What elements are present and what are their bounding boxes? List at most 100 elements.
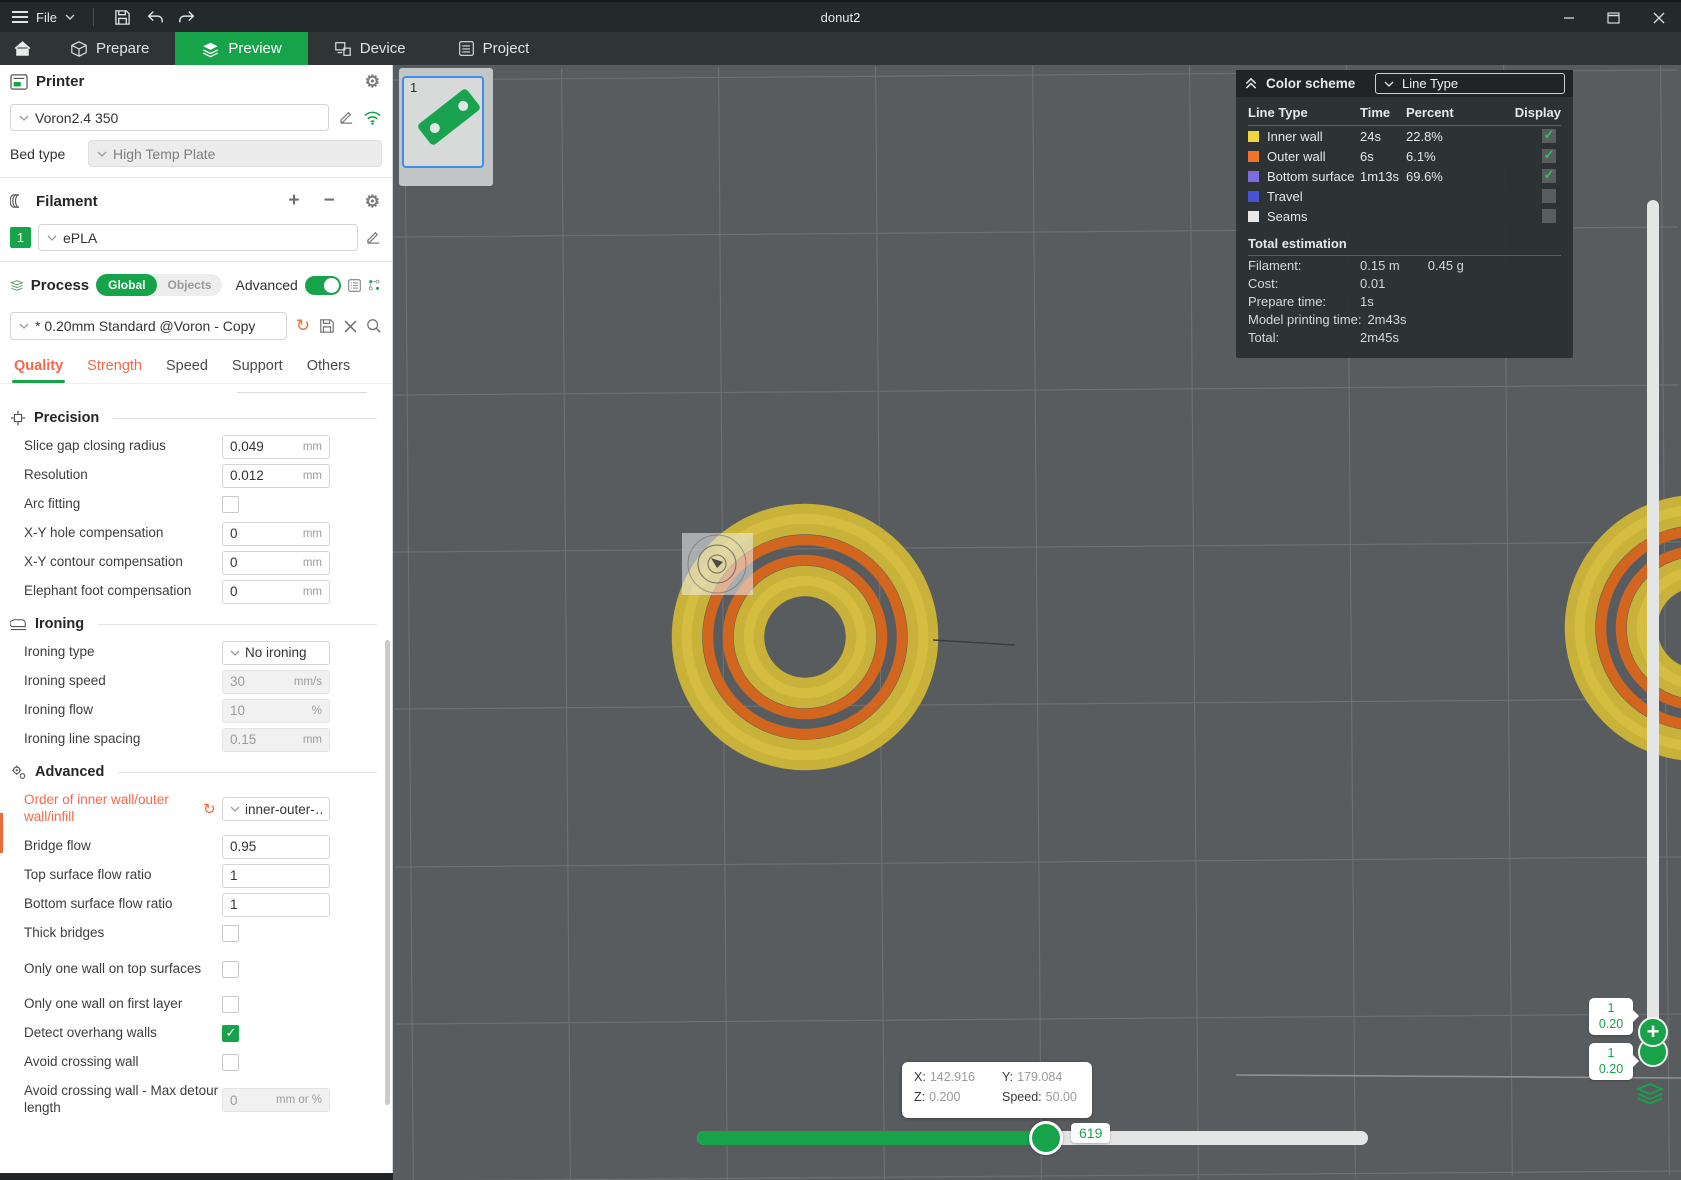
top-flow-ratio-input[interactable]: 1 [222, 863, 330, 888]
setting-row: Ironing flow 10% [0, 696, 385, 725]
inner-wall-swatch [1248, 130, 1259, 142]
arc-fitting-checkbox[interactable] [222, 496, 239, 513]
undo-button[interactable] [144, 6, 166, 28]
collapse-chevrons-icon[interactable] [1244, 77, 1258, 90]
printer-select-value: Voron2.4 350 [35, 109, 119, 126]
setting-row: Ironing type No ironing [0, 638, 385, 667]
delete-preset-icon[interactable] [344, 320, 357, 333]
ironing-type-select[interactable]: No ironing [222, 640, 330, 665]
xy-contour-input[interactable]: 0 mm [222, 550, 330, 575]
avoid-crossing-checkbox[interactable] [222, 1054, 239, 1071]
modified-setting-tick [0, 813, 3, 853]
add-filament-button[interactable]: + [289, 190, 300, 212]
slice-gap-input[interactable]: 0.049 mm [222, 434, 330, 459]
ironing-title: Ironing [35, 616, 85, 632]
settings-scroll-area[interactable]: Precision Slice gap closing radius 0.049… [0, 390, 385, 1165]
setting-unit: mm [302, 440, 322, 453]
resolution-input[interactable]: 0.012 mm [222, 463, 330, 488]
filament-settings-gear-icon[interactable]: ⚙ [365, 193, 380, 210]
tab-project[interactable]: Project [432, 32, 556, 65]
chevron-down-icon [47, 235, 57, 241]
one-wall-first-layer-checkbox[interactable] [222, 996, 239, 1013]
line-type-percent: 22.8% [1406, 128, 1443, 144]
y-label: Y: [1002, 1070, 1014, 1084]
xy-hole-input[interactable]: 0 mm [222, 521, 330, 546]
precision-title: Precision [34, 410, 100, 426]
setting-label: Ironing speed [24, 673, 106, 689]
tab-prepare-label: Prepare [96, 40, 150, 57]
advanced-group-header: Advanced [0, 754, 385, 786]
bed-type-select[interactable]: High Temp Plate [88, 140, 382, 167]
est-value: 1s [1360, 293, 1374, 309]
home-button[interactable] [0, 32, 44, 65]
reset-preset-icon[interactable]: ↻ [296, 316, 310, 336]
printer-settings-gear-icon[interactable]: ⚙ [365, 73, 380, 90]
scope-global[interactable]: Global [96, 274, 158, 296]
minimize-button[interactable] [1546, 2, 1591, 34]
save-button[interactable] [112, 6, 134, 28]
elephant-foot-input[interactable]: 0 mm [222, 579, 330, 604]
printer-select[interactable]: Voron2.4 350 [10, 104, 329, 131]
one-wall-top-checkbox[interactable] [222, 960, 239, 978]
detect-overhang-checkbox[interactable] [222, 1025, 239, 1042]
close-button[interactable] [1636, 2, 1681, 34]
bottom-flow-ratio-input[interactable]: 1 [222, 892, 330, 917]
tab-device[interactable]: Device [308, 32, 432, 65]
setting-value: 30 [230, 674, 246, 689]
move-slider-handle[interactable] [1029, 1121, 1063, 1155]
file-menu[interactable]: File [12, 8, 75, 26]
tab-prepare[interactable]: Prepare [44, 32, 175, 65]
tab-preview[interactable]: Preview [175, 32, 308, 65]
redo-icon [179, 11, 195, 23]
advanced-mode-toggle[interactable] [304, 275, 341, 295]
display-bottom-surface-checkbox[interactable] [1542, 167, 1556, 183]
display-outer-wall-checkbox[interactable] [1542, 147, 1556, 163]
thick-bridges-checkbox[interactable] [222, 925, 239, 942]
estimation-row: Model printing time: 2m43s [1236, 311, 1573, 329]
reset-setting-icon[interactable]: ↻ [203, 800, 218, 818]
tab-speed[interactable]: Speed [154, 352, 220, 383]
estimation-row: Total: 2m45s [1236, 329, 1573, 347]
tab-others[interactable]: Others [295, 352, 363, 383]
scope-objects[interactable]: Objects [157, 278, 221, 292]
display-seams-checkbox[interactable] [1542, 209, 1556, 223]
wifi-connected-icon[interactable] [363, 110, 382, 125]
tab-support[interactable]: Support [220, 352, 295, 383]
display-inner-wall-checkbox[interactable] [1542, 127, 1556, 143]
layer-slider-track[interactable] [1647, 200, 1659, 1060]
setting-label: Only one wall on top surfaces [24, 960, 202, 976]
display-travel-checkbox[interactable] [1542, 189, 1556, 203]
outer-wall-swatch [1248, 150, 1259, 162]
y-value: 179.084 [1017, 1070, 1063, 1084]
view-mode-select[interactable]: Line Type [1375, 73, 1565, 94]
save-preset-icon[interactable] [319, 318, 335, 334]
maximize-button[interactable] [1591, 2, 1636, 34]
layer-slider-upper-handle[interactable]: + [1638, 1017, 1668, 1047]
layer-height: 0.20 [1598, 1061, 1624, 1076]
compare-presets-icon[interactable] [368, 277, 380, 293]
setting-list-icon[interactable] [348, 277, 361, 294]
bottom-surface-swatch [1248, 170, 1259, 182]
settings-scrollbar[interactable] [385, 640, 390, 1105]
process-scope-toggle[interactable]: Global Objects [96, 274, 222, 296]
tab-strength[interactable]: Strength [75, 352, 154, 383]
tab-quality[interactable]: Quality [2, 352, 75, 383]
layers-view-button[interactable] [1636, 1083, 1664, 1105]
remove-filament-button[interactable]: − [324, 190, 335, 212]
search-icon[interactable] [366, 318, 382, 334]
preview-3d-viewport[interactable]: 1 Color scheme Line Type Line Type Time [393, 65, 1681, 1180]
save-icon [115, 9, 131, 25]
ironing-icon [10, 619, 27, 631]
bridge-flow-input[interactable]: 0.95 [222, 834, 330, 859]
edit-printer-icon[interactable] [338, 109, 355, 126]
gcode-move-slider[interactable]: 619 [697, 1121, 1368, 1155]
filament-select[interactable]: ePLA [38, 224, 358, 251]
process-preset-select[interactable]: * 0.20mm Standard @Voron - Copy [10, 312, 287, 340]
wall-order-select[interactable]: inner-outer-… [222, 797, 330, 821]
redo-button[interactable] [176, 6, 198, 28]
view-mode-value: Line Type [1402, 76, 1459, 91]
plate-1-thumbnail[interactable]: 1 [402, 76, 484, 168]
color-scheme-header: Color scheme Line Type [1236, 70, 1573, 97]
edit-filament-icon[interactable] [365, 229, 382, 246]
title-bar: File donut2 [0, 0, 1681, 32]
